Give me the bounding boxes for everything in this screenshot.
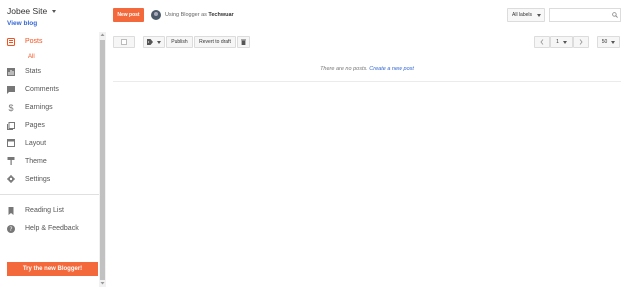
sidebar-nav: Posts All Stats Comments $ Earnings Page… [0, 33, 99, 188]
revert-to-draft-button[interactable]: Revert to draft [194, 36, 236, 48]
bookmark-icon [7, 206, 15, 215]
page-number: 1 [556, 39, 559, 45]
select-all-checkbox[interactable] [113, 36, 135, 48]
view-blog-link[interactable]: View blog [7, 20, 37, 27]
posts-icon [7, 37, 15, 46]
pages-icon [7, 121, 15, 130]
posts-per-page-select[interactable]: 50 [597, 36, 620, 48]
blog-selector[interactable]: Jobee Site [7, 6, 57, 16]
search-input[interactable] [549, 8, 621, 22]
no-posts-text: There are no posts. [320, 66, 368, 72]
labels-filter-value: All labels [512, 12, 533, 18]
checkbox-icon [121, 39, 127, 45]
label-button[interactable] [143, 36, 165, 48]
sidebar-scrollbar-thumb[interactable] [100, 40, 105, 280]
search-icon[interactable] [612, 12, 618, 18]
delete-button[interactable] [237, 36, 250, 48]
caret-down-icon [52, 9, 57, 13]
sidebar-item-earnings[interactable]: $ Earnings [0, 99, 99, 117]
chevron-left-icon [540, 39, 544, 45]
sidebar-item-posts[interactable]: Posts [0, 33, 99, 51]
theme-icon [7, 157, 15, 166]
svg-text:?: ? [9, 226, 12, 233]
using-blogger-as: Using Blogger as Techwuar [165, 12, 234, 18]
dollar-icon: $ [8, 102, 14, 113]
sidebar-item-label: Pages [25, 122, 45, 129]
caret-down-icon [157, 40, 161, 44]
per-page-value: 50 [601, 39, 608, 45]
sidebar-item-label: Reading List [25, 207, 64, 215]
page-number-select[interactable]: 1 [550, 36, 573, 48]
list-divider [113, 81, 621, 82]
chevron-right-icon [579, 39, 583, 45]
trash-icon [241, 39, 246, 45]
previous-page-button[interactable] [534, 36, 550, 48]
try-new-blogger-button[interactable]: Try the new Blogger! [7, 262, 98, 276]
publish-button[interactable]: Publish [166, 36, 193, 48]
sidebar-item-stats[interactable]: Stats [0, 63, 99, 81]
sidebar-item-settings[interactable]: Settings [0, 170, 99, 188]
help-icon: ? [7, 224, 15, 233]
site-title: Jobee Site [7, 6, 48, 16]
scroll-up-arrow-icon[interactable] [100, 32, 105, 38]
comments-icon [7, 85, 15, 94]
gear-icon [7, 175, 15, 184]
new-post-button[interactable]: New post [113, 8, 144, 22]
avatar[interactable] [151, 10, 161, 20]
layout-icon [7, 139, 15, 148]
sidebar-item-label: Settings [25, 175, 51, 183]
sidebar-item-help[interactable]: ? Help & Feedback [0, 220, 99, 238]
empty-state-message: There are no posts. Create a new post [113, 66, 621, 72]
sidebar-subitem-all[interactable]: All [0, 51, 99, 63]
scroll-down-arrow-icon[interactable] [100, 280, 105, 286]
sidebar-item-label: Theme [25, 157, 47, 165]
next-page-button[interactable] [573, 36, 589, 48]
sidebar-item-theme[interactable]: Theme [0, 152, 99, 170]
sidebar-item-layout[interactable]: Layout [0, 134, 99, 152]
using-prefix: Using Blogger as [165, 12, 207, 18]
sidebar-item-comments[interactable]: Comments [0, 81, 99, 99]
sidebar-item-label: Earnings [25, 104, 53, 112]
sidebar-item-label: Help & Feedback [25, 225, 79, 233]
sidebar: Jobee Site View blog Posts All Stats Com… [0, 0, 106, 287]
caret-down-icon [611, 40, 616, 44]
sidebar-item-label: Comments [25, 86, 59, 94]
sidebar-bottom-nav: Reading List ? Help & Feedback [0, 202, 99, 238]
sidebar-item-pages[interactable]: Pages [0, 117, 99, 135]
label-tag-icon [147, 39, 153, 45]
create-new-post-link[interactable]: Create a new post [369, 66, 414, 72]
sidebar-item-label: Posts [25, 38, 43, 46]
sidebar-item-label: Layout [25, 139, 47, 147]
labels-filter-dropdown[interactable]: All labels [507, 8, 545, 22]
sidebar-divider [0, 194, 99, 195]
stats-icon [7, 67, 15, 76]
user-name[interactable]: Techwuar [208, 12, 233, 18]
caret-down-icon [562, 40, 567, 44]
sidebar-item-reading-list[interactable]: Reading List [0, 202, 99, 220]
sidebar-item-label: Stats [25, 68, 41, 76]
caret-down-icon [537, 13, 542, 17]
